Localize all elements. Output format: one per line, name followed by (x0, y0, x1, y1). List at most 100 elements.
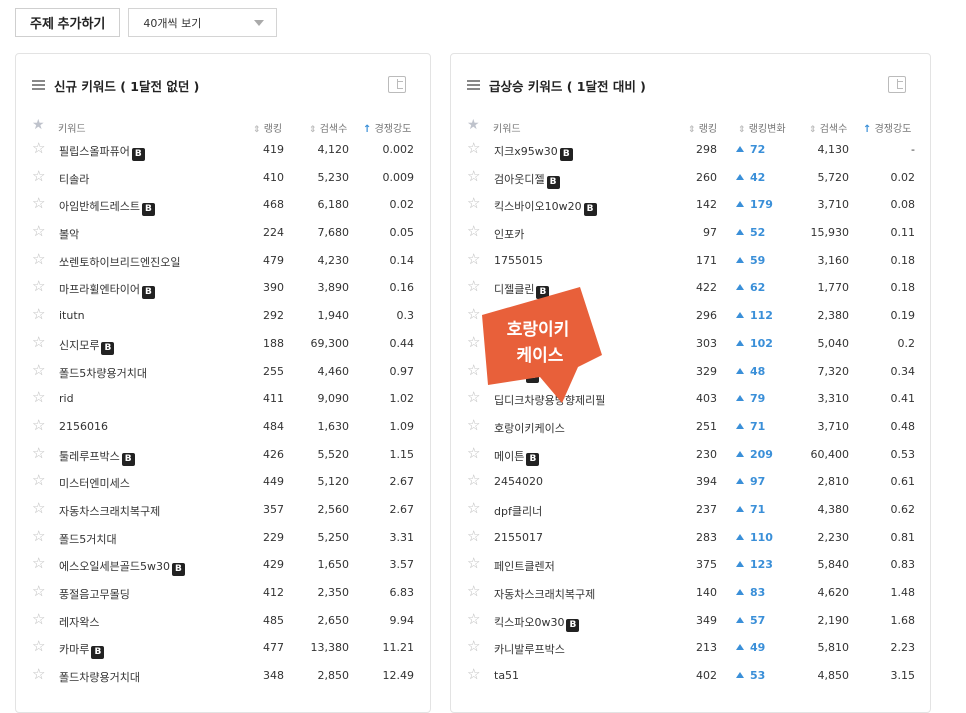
star-icon[interactable]: ☆ (32, 305, 45, 323)
keyword-link[interactable]: itutn (59, 309, 85, 322)
star-icon[interactable]: ☆ (32, 582, 45, 600)
star-icon[interactable]: ☆ (32, 361, 45, 379)
keyword-link[interactable]: 카니발루프박스 (494, 641, 565, 657)
table-row[interactable]: ☆ 쏘렌토하이브리드엔진오일 479 4,230 0.14 (16, 247, 430, 275)
keyword-link[interactable]: 자동차스크래치복구제 (494, 586, 595, 602)
keyword-link[interactable]: 쏘렌토하이브리드엔진오일 (59, 254, 180, 270)
keyword-link[interactable]: 폴드5거치대 (59, 531, 117, 547)
menu-icon[interactable] (467, 80, 480, 90)
keyword-link[interactable]: 자동차스크래치복구제 (59, 503, 160, 519)
table-row[interactable]: ☆ 폴드5차량용거치대 255 4,460 0.97 (16, 358, 430, 386)
star-icon[interactable]: ☆ (467, 610, 480, 628)
keyword-link[interactable]: dpf클리너 (494, 503, 542, 519)
star-icon[interactable]: ☆ (467, 194, 480, 212)
star-icon[interactable]: ☆ (32, 637, 45, 655)
table-row[interactable]: ☆ 지크x95w30 B 298 72 4,130 - (451, 136, 930, 164)
keyword-link[interactable]: 지크x95w30 B (494, 143, 573, 161)
keyword-link[interactable]: 킥스바이오10w20 B (494, 198, 597, 217)
keyword-link[interactable]: 신지모루 B (59, 337, 115, 355)
keyword-link[interactable]: 페인트클렌저 (494, 558, 555, 574)
excel-download-icon[interactable] (888, 76, 906, 93)
keyword-link[interactable]: 폴드차량용거치대 (59, 669, 140, 685)
table-row[interactable]: ☆ 인포카 97 52 15,930 0.11 (451, 219, 930, 247)
star-icon[interactable]: ☆ (32, 527, 45, 545)
table-row[interactable]: ☆ 2454020 394 97 2,810 0.61 (451, 468, 930, 496)
keyword-link[interactable]: ta51 (494, 669, 519, 682)
star-icon[interactable]: ☆ (32, 665, 45, 683)
col-search[interactable]: ⇕ 검색수 (809, 120, 847, 135)
keyword-link[interactable]: 인포카 (494, 226, 524, 242)
table-row[interactable]: ☆ 2155017 283 110 2,230 0.81 (451, 524, 930, 552)
col-competition[interactable]: ↑ 경쟁강도 (863, 120, 911, 135)
star-icon[interactable]: ☆ (32, 277, 45, 295)
table-row[interactable]: ☆ 폴드5거치대 229 5,250 3.31 (16, 524, 430, 552)
table-row[interactable]: ☆ 풍절음고무몰딩 412 2,350 6.83 (16, 579, 430, 607)
keyword-link[interactable]: 2454020 (494, 475, 543, 488)
keyword-link[interactable]: 볼악 (59, 226, 79, 242)
keyword-link[interactable]: 레자왁스 (59, 614, 99, 630)
star-icon[interactable]: ☆ (467, 139, 480, 157)
star-icon[interactable]: ☆ (467, 222, 480, 240)
table-row[interactable]: ☆ dpf클리너 237 71 4,380 0.62 (451, 496, 930, 524)
add-topic-button[interactable]: 주제 추가하기 (15, 8, 121, 37)
keyword-link[interactable]: 호랑이키케이스 (494, 420, 565, 436)
star-icon[interactable]: ☆ (32, 388, 45, 406)
keyword-link[interactable]: 2155017 (494, 531, 543, 544)
keyword-link[interactable]: 메이튼 B (494, 448, 540, 466)
star-icon[interactable]: ☆ (32, 194, 45, 212)
star-icon[interactable]: ☆ (467, 527, 480, 545)
table-row[interactable]: ☆ 티솔라 410 5,230 0.009 (16, 164, 430, 192)
star-icon[interactable]: ☆ (467, 499, 480, 517)
table-row[interactable]: ☆ 킥스바이오10w20 B 142 179 3,710 0.08 (451, 191, 930, 219)
table-row[interactable]: ☆ 페인트클렌저 375 123 5,840 0.83 (451, 551, 930, 579)
star-icon[interactable]: ☆ (467, 471, 480, 489)
star-icon[interactable]: ☆ (467, 665, 480, 683)
menu-icon[interactable] (32, 80, 45, 90)
table-row[interactable]: ☆ 툴레루프박스 B 426 5,520 1.15 (16, 441, 430, 469)
keyword-link[interactable]: 폴드5차량용거치대 (59, 365, 147, 381)
keyword-link[interactable]: 미스터엔미세스 (59, 475, 130, 491)
star-icon[interactable]: ☆ (467, 167, 480, 185)
keyword-link[interactable]: 필립스올파퓨어 B (59, 143, 145, 161)
star-icon[interactable]: ☆ (32, 333, 45, 351)
keyword-link[interactable]: 검아웃디젤 B (494, 171, 560, 189)
table-row[interactable]: ☆ rid 411 9,090 1.02 (16, 385, 430, 413)
keyword-link[interactable]: rid (59, 392, 74, 405)
table-row[interactable]: ☆ 레자왁스 485 2,650 9.94 (16, 607, 430, 635)
keyword-link[interactable]: 마프라휠엔타이어 B (59, 281, 155, 300)
star-icon[interactable]: ☆ (32, 499, 45, 517)
star-icon[interactable]: ☆ (32, 554, 45, 572)
excel-download-icon[interactable] (388, 76, 406, 93)
table-row[interactable]: ☆ 카니발루프박스 213 49 5,810 2.23 (451, 634, 930, 662)
keyword-link[interactable]: 아임반헤드레스트 B (59, 198, 155, 217)
table-row[interactable]: ☆ 필립스올파퓨어 B 419 4,120 0.002 (16, 136, 430, 164)
table-row[interactable]: ☆ 마프라휠엔타이어 B 390 3,890 0.16 (16, 274, 430, 302)
star-icon[interactable]: ☆ (467, 554, 480, 572)
star-header-icon[interactable]: ★ (32, 117, 45, 133)
star-icon[interactable]: ☆ (467, 637, 480, 655)
table-row[interactable]: ☆ 2156016 484 1,630 1.09 (16, 413, 430, 441)
keyword-link[interactable]: 풍절음고무몰딩 (59, 586, 130, 602)
table-row[interactable]: ☆ 신지모루 B 188 69,300 0.44 (16, 330, 430, 358)
star-icon[interactable]: ☆ (467, 582, 480, 600)
table-row[interactable]: ☆ 킥스파오0w30 B 349 57 2,190 1.68 (451, 607, 930, 635)
table-row[interactable]: ☆ 폴드차량용거치대 348 2,850 12.49 (16, 662, 430, 690)
star-icon[interactable]: ☆ (32, 610, 45, 628)
star-icon[interactable]: ☆ (467, 444, 480, 462)
star-icon[interactable]: ☆ (32, 416, 45, 434)
table-row[interactable]: ☆ 검아웃디젤 B 260 42 5,720 0.02 (451, 164, 930, 192)
star-icon[interactable]: ☆ (32, 250, 45, 268)
table-row[interactable]: ☆ 에스오일세븐골드5w30 B 429 1,650 3.57 (16, 551, 430, 579)
table-row[interactable]: ☆ 볼악 224 7,680 0.05 (16, 219, 430, 247)
col-rank[interactable]: ⇕ 랭킹 (253, 120, 282, 135)
keyword-link[interactable]: 킥스파오0w30 B (494, 614, 580, 632)
keyword-link[interactable]: 툴레루프박스 B (59, 448, 135, 466)
keyword-link[interactable]: 1755015 (494, 254, 543, 267)
star-icon[interactable]: ☆ (32, 222, 45, 240)
col-rank[interactable]: ⇕ 랭킹 (688, 120, 717, 135)
keyword-link[interactable]: 2156016 (59, 420, 108, 433)
table-row[interactable]: ☆ 자동차스크래치복구제 140 83 4,620 1.48 (451, 579, 930, 607)
table-row[interactable]: ☆ 카마루 B 477 13,380 11.21 (16, 634, 430, 662)
star-header-icon[interactable]: ★ (467, 117, 480, 133)
table-row[interactable]: ☆ 자동차스크래치복구제 357 2,560 2.67 (16, 496, 430, 524)
